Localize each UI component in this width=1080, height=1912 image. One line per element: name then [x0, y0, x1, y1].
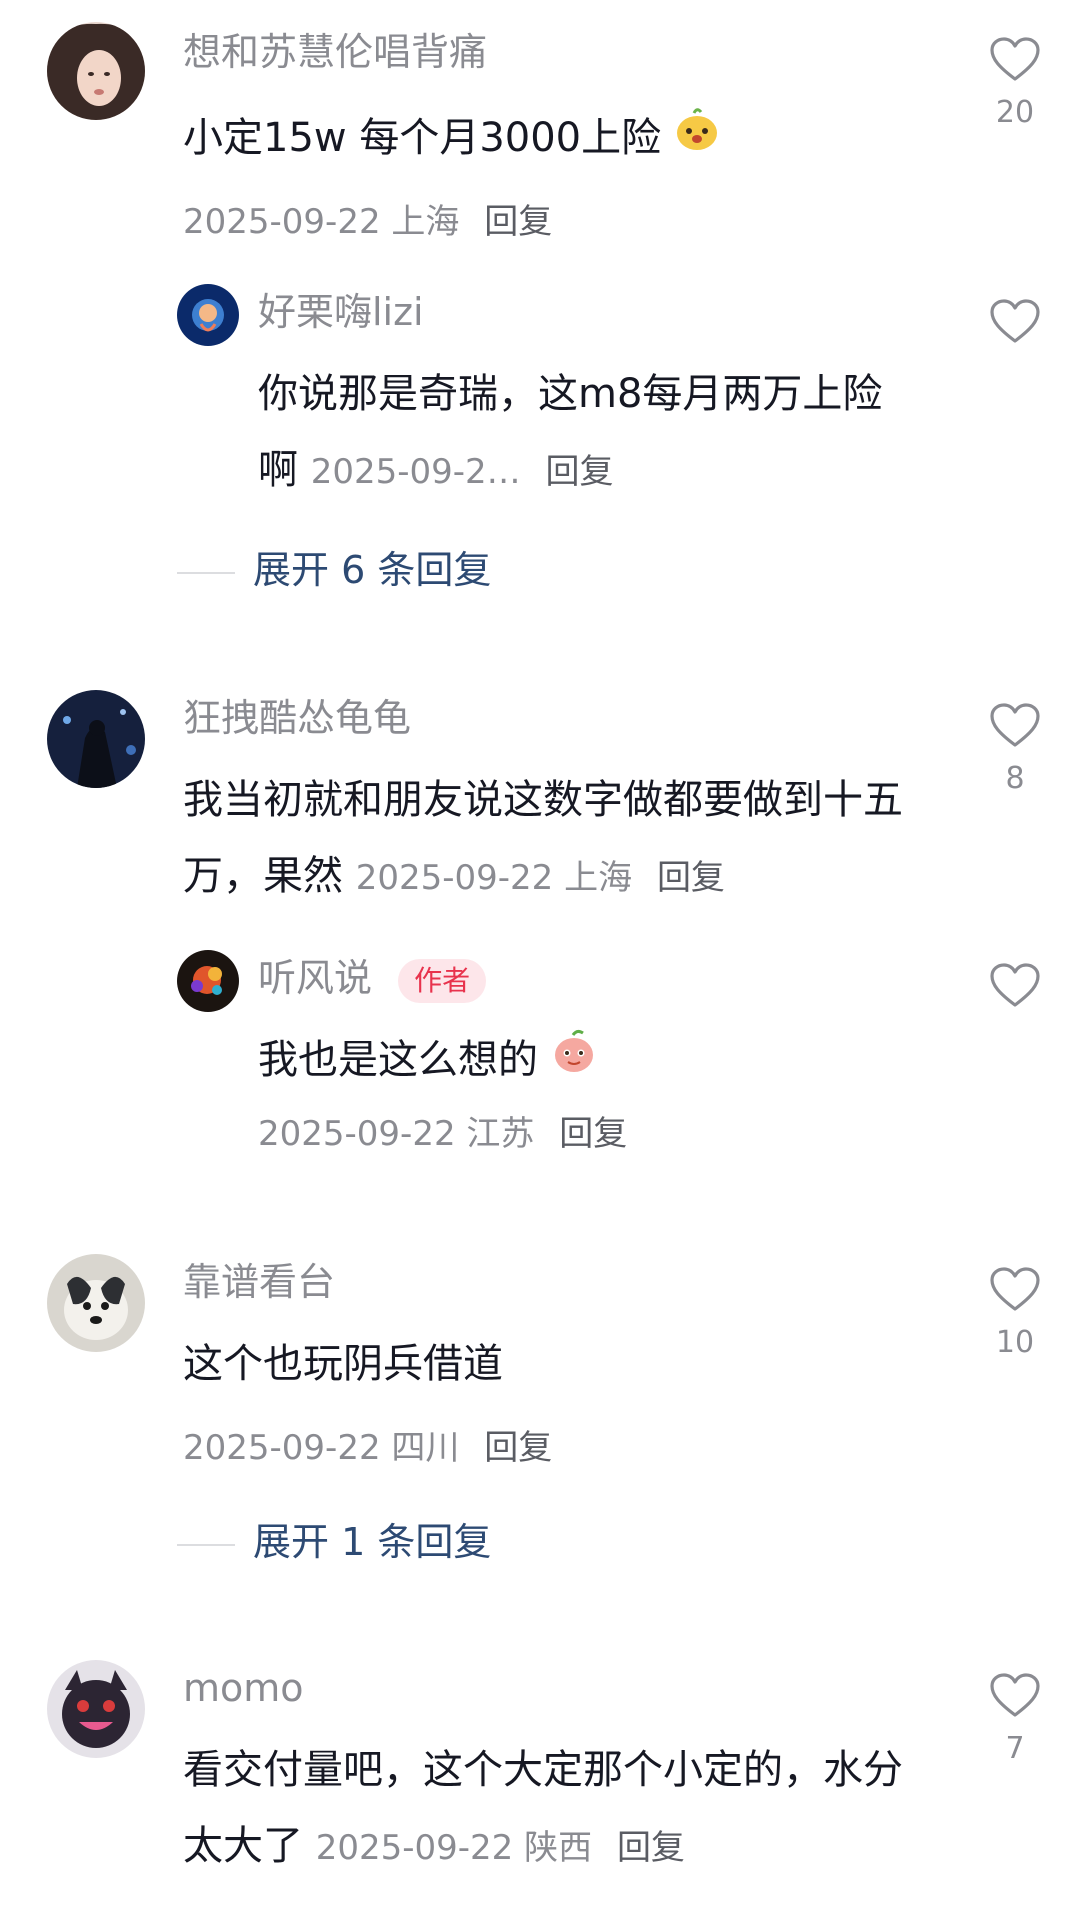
like-button[interactable] — [985, 962, 1045, 1008]
comment-text: 我当初就和朋友说这数字做都要做到十五万，果然 2025-09-22 上海 回复 — [183, 762, 923, 916]
comment-text: 这个也玩阴兵借道 — [183, 1341, 503, 1387]
heart-outline-icon — [990, 703, 1040, 747]
expand-replies-button[interactable]: 展开 1 条回复 — [177, 1518, 491, 1566]
comment-meta: 2025-09-22 上海 回复 — [356, 858, 725, 898]
like-button[interactable] — [985, 298, 1045, 344]
comment-location: 上海 — [564, 858, 633, 898]
comment-text: 小定15w 每个月3000上险 — [183, 100, 923, 178]
yellow-face-emoji — [674, 102, 720, 178]
author-badge: 作者 — [398, 958, 487, 1003]
divider-line — [177, 571, 235, 574]
comment-date: 2025-09-22 — [355, 858, 554, 898]
username[interactable]: momo — [183, 1664, 304, 1712]
comment-location: 陕西 — [524, 1828, 593, 1868]
comment-meta: 2025-09-22 陕西 回复 — [316, 1828, 685, 1868]
reply-username-text: 听风说 — [258, 956, 373, 1000]
comment-location: 四川 — [391, 1428, 460, 1468]
user-avatar[interactable] — [47, 22, 145, 120]
reply-button[interactable]: 回复 — [559, 1114, 627, 1154]
expand-label: 展开 6 条回复 — [253, 548, 492, 592]
like-button[interactable]: 20 — [985, 36, 1045, 130]
reply-meta: 2025-09-22 江苏 回复 — [258, 1110, 627, 1158]
reply-user-avatar[interactable] — [177, 284, 239, 346]
like-count: 20 — [995, 95, 1035, 130]
comment-body: 小定15w 每个月3000上险 — [183, 115, 662, 161]
comment-text: 看交付量吧，这个大定那个小定的，水分太大了 2025-09-22 陕西 回复 — [183, 1732, 923, 1886]
like-button[interactable]: 8 — [985, 702, 1045, 796]
user-avatar[interactable] — [47, 690, 145, 788]
reply-location: 江苏 — [466, 1114, 535, 1154]
reply-user-avatar[interactable] — [177, 950, 239, 1012]
like-count: 10 — [995, 1325, 1035, 1360]
reply-date: 2025-09-22 — [258, 1114, 456, 1154]
reply-username[interactable]: 听风说 作者 — [258, 954, 487, 1003]
reply-date: 2025-09-2… — [310, 452, 521, 492]
username[interactable]: 狂拽酷怂龟龟 — [183, 694, 411, 742]
comment-location: 上海 — [391, 202, 460, 242]
heart-outline-icon — [990, 1673, 1040, 1717]
user-avatar[interactable] — [47, 1660, 145, 1758]
comment-meta: 2025-09-22 四川 回复 — [183, 1424, 552, 1472]
divider-line — [177, 1543, 235, 1546]
comment-meta: 2025-09-22 上海 回复 — [183, 198, 552, 246]
comment-date: 2025-09-22 — [183, 1428, 381, 1468]
expand-label: 展开 1 条回复 — [253, 1520, 492, 1564]
heart-outline-icon — [990, 1267, 1040, 1311]
reply-button[interactable]: 回复 — [546, 452, 614, 492]
reply-button[interactable]: 回复 — [617, 1828, 685, 1868]
username[interactable]: 靠谱看台 — [183, 1258, 335, 1306]
heart-outline-icon — [990, 963, 1040, 1007]
expand-replies-button[interactable]: 展开 6 条回复 — [177, 546, 491, 594]
like-count: 8 — [1005, 761, 1025, 796]
like-button[interactable]: 7 — [985, 1672, 1045, 1766]
heart-outline-icon — [990, 299, 1040, 343]
reply-button[interactable]: 回复 — [484, 1428, 552, 1468]
reply-button[interactable]: 回复 — [657, 858, 725, 898]
comment-date: 2025-09-22 — [315, 1828, 514, 1868]
reply-text: 你说那是奇瑞，这m8每月两万上险啊 2025-09-2… 回复 — [258, 356, 918, 510]
peach-face-emoji — [551, 1024, 597, 1100]
reply-text: 我也是这么想的 — [258, 1022, 918, 1100]
heart-outline-icon — [990, 37, 1040, 81]
like-button[interactable]: 10 — [985, 1266, 1045, 1360]
reply-meta: 2025-09-2… 回复 — [311, 452, 614, 492]
reply-username[interactable]: 好栗嗨lizi — [258, 288, 424, 336]
reply-button[interactable]: 回复 — [484, 202, 552, 242]
like-count: 7 — [1005, 1731, 1025, 1766]
reply-body: 我也是这么想的 — [258, 1037, 538, 1083]
user-avatar[interactable] — [47, 1254, 145, 1352]
username[interactable]: 想和苏慧伦唱背痛 — [183, 28, 487, 76]
comment-date: 2025-09-22 — [183, 202, 381, 242]
